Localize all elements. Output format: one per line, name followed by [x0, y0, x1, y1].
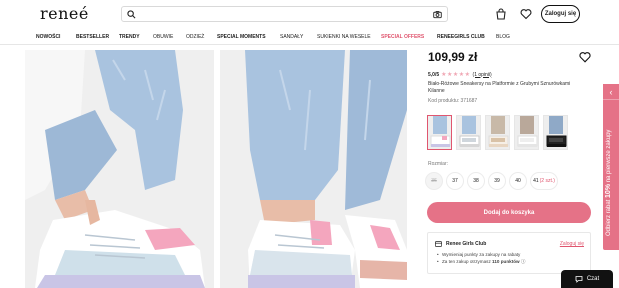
nav-item-sandaly[interactable]: SANDAŁY — [280, 34, 303, 40]
search-input[interactable] — [121, 6, 448, 22]
size-option-38[interactable]: 38 — [467, 172, 485, 190]
login-button[interactable]: Zaloguj się — [541, 5, 580, 23]
info-icon[interactable]: ⓘ — [521, 259, 526, 264]
club-benefit-2-prefix: Za ten zakup otrzymasz — [442, 259, 491, 264]
size-41-stock-note: (2 szt.) — [539, 178, 555, 184]
heart-icon[interactable] — [520, 8, 532, 20]
renee-girls-club-box: Renee Girls Club Zaloguj się Wymieniaj p… — [427, 232, 591, 274]
variant-thumbnail[interactable] — [485, 115, 510, 150]
size-option-36[interactable]: 36 — [425, 172, 443, 190]
discount-percent: 10% — [605, 183, 612, 198]
product-code: Kod produktu: 371687 — [428, 98, 478, 104]
size-41-label: 41 — [533, 178, 539, 184]
nav-item-special-moments[interactable]: SPECIAL MOMENTS — [217, 34, 266, 40]
main-nav: NOWOŚCI BESTSELLER TRENDY OBUWIE ODZIEŻ … — [0, 30, 619, 45]
variant-thumbnail[interactable] — [427, 115, 452, 150]
size-option-40[interactable]: 40 — [509, 172, 527, 190]
chat-button[interactable]: Czat — [561, 270, 613, 288]
variant-thumbnail[interactable] — [543, 115, 568, 150]
size-label: Rozmiar: — [428, 161, 449, 167]
chat-label: Czat — [586, 276, 600, 282]
card-icon — [435, 241, 442, 247]
club-benefit-2-points: 110 punktów — [492, 259, 520, 264]
club-title: Renee Girls Club — [446, 241, 487, 247]
reviews-link[interactable]: (1 opinii) — [473, 72, 492, 78]
add-to-cart-button[interactable]: Dodaj do koszyka — [427, 202, 591, 223]
product-image-2 — [220, 50, 407, 288]
camera-icon[interactable] — [433, 10, 442, 19]
nav-item-bestseller[interactable]: BESTSELLER — [76, 34, 109, 40]
discount-side-text: Odbierz rabat 10% na pierwsze zakupy — [605, 96, 612, 236]
club-benefit-2: Za ten zakup otrzymasz 110 punktów ⓘ — [437, 259, 526, 265]
nav-item-reneegirls-club[interactable]: RENEEGIRLS CLUB — [437, 34, 485, 40]
nav-item-odziez[interactable]: ODZIEŻ — [186, 34, 204, 40]
discount-prefix: Odbierz rabat — [606, 199, 612, 236]
nav-item-trendy[interactable]: TRENDY — [119, 34, 140, 40]
club-login-link[interactable]: Zaloguj się — [560, 241, 584, 247]
rating-row: 5,0/5 ★★★★★ (1 opinii) — [428, 71, 492, 79]
rating-score: 5,0/5 — [428, 71, 440, 78]
wishlist-heart-icon[interactable] — [579, 51, 591, 63]
nav-item-nowosci[interactable]: NOWOŚCI — [36, 34, 60, 40]
club-benefit-1: Wymieniaj punkty za zakupy na rabaty — [437, 252, 520, 257]
size-option-39[interactable]: 39 — [488, 172, 506, 190]
site-header: reneé Zaloguj się — [0, 0, 619, 30]
discount-suffix: na pierwsze zakupy — [606, 129, 612, 183]
nav-item-special-offers[interactable]: SPECIAL OFFERS — [381, 34, 424, 40]
cart-icon[interactable] — [495, 8, 507, 20]
product-image-1 — [25, 50, 214, 288]
product-photo-2[interactable] — [220, 50, 407, 288]
chat-bubble-icon — [575, 276, 583, 283]
color-variant-thumbnails — [427, 115, 568, 150]
size-selector: 36 37 38 39 40 41 (2 szt.) — [425, 172, 558, 190]
variant-thumbnail[interactable] — [514, 115, 539, 150]
product-price: 109,99 zł — [428, 50, 478, 64]
size-option-41[interactable]: 41 (2 szt.) — [530, 172, 558, 190]
search-icon — [127, 10, 136, 19]
rating-stars-icon: ★★★★★ — [441, 72, 471, 78]
nav-item-blog[interactable]: BLOG — [496, 34, 510, 40]
product-name: Biało-Różowe Sneakersy na Platformie z G… — [428, 81, 571, 94]
size-option-37[interactable]: 37 — [446, 172, 464, 190]
variant-thumbnail[interactable] — [456, 115, 481, 150]
logo[interactable]: reneé — [40, 4, 89, 23]
product-photo-1[interactable] — [25, 50, 214, 288]
nav-item-obuwie[interactable]: OBUWIE — [153, 34, 173, 40]
nav-item-sukienki-na-wesele[interactable]: SUKIENKI NA WESELE — [317, 34, 371, 40]
